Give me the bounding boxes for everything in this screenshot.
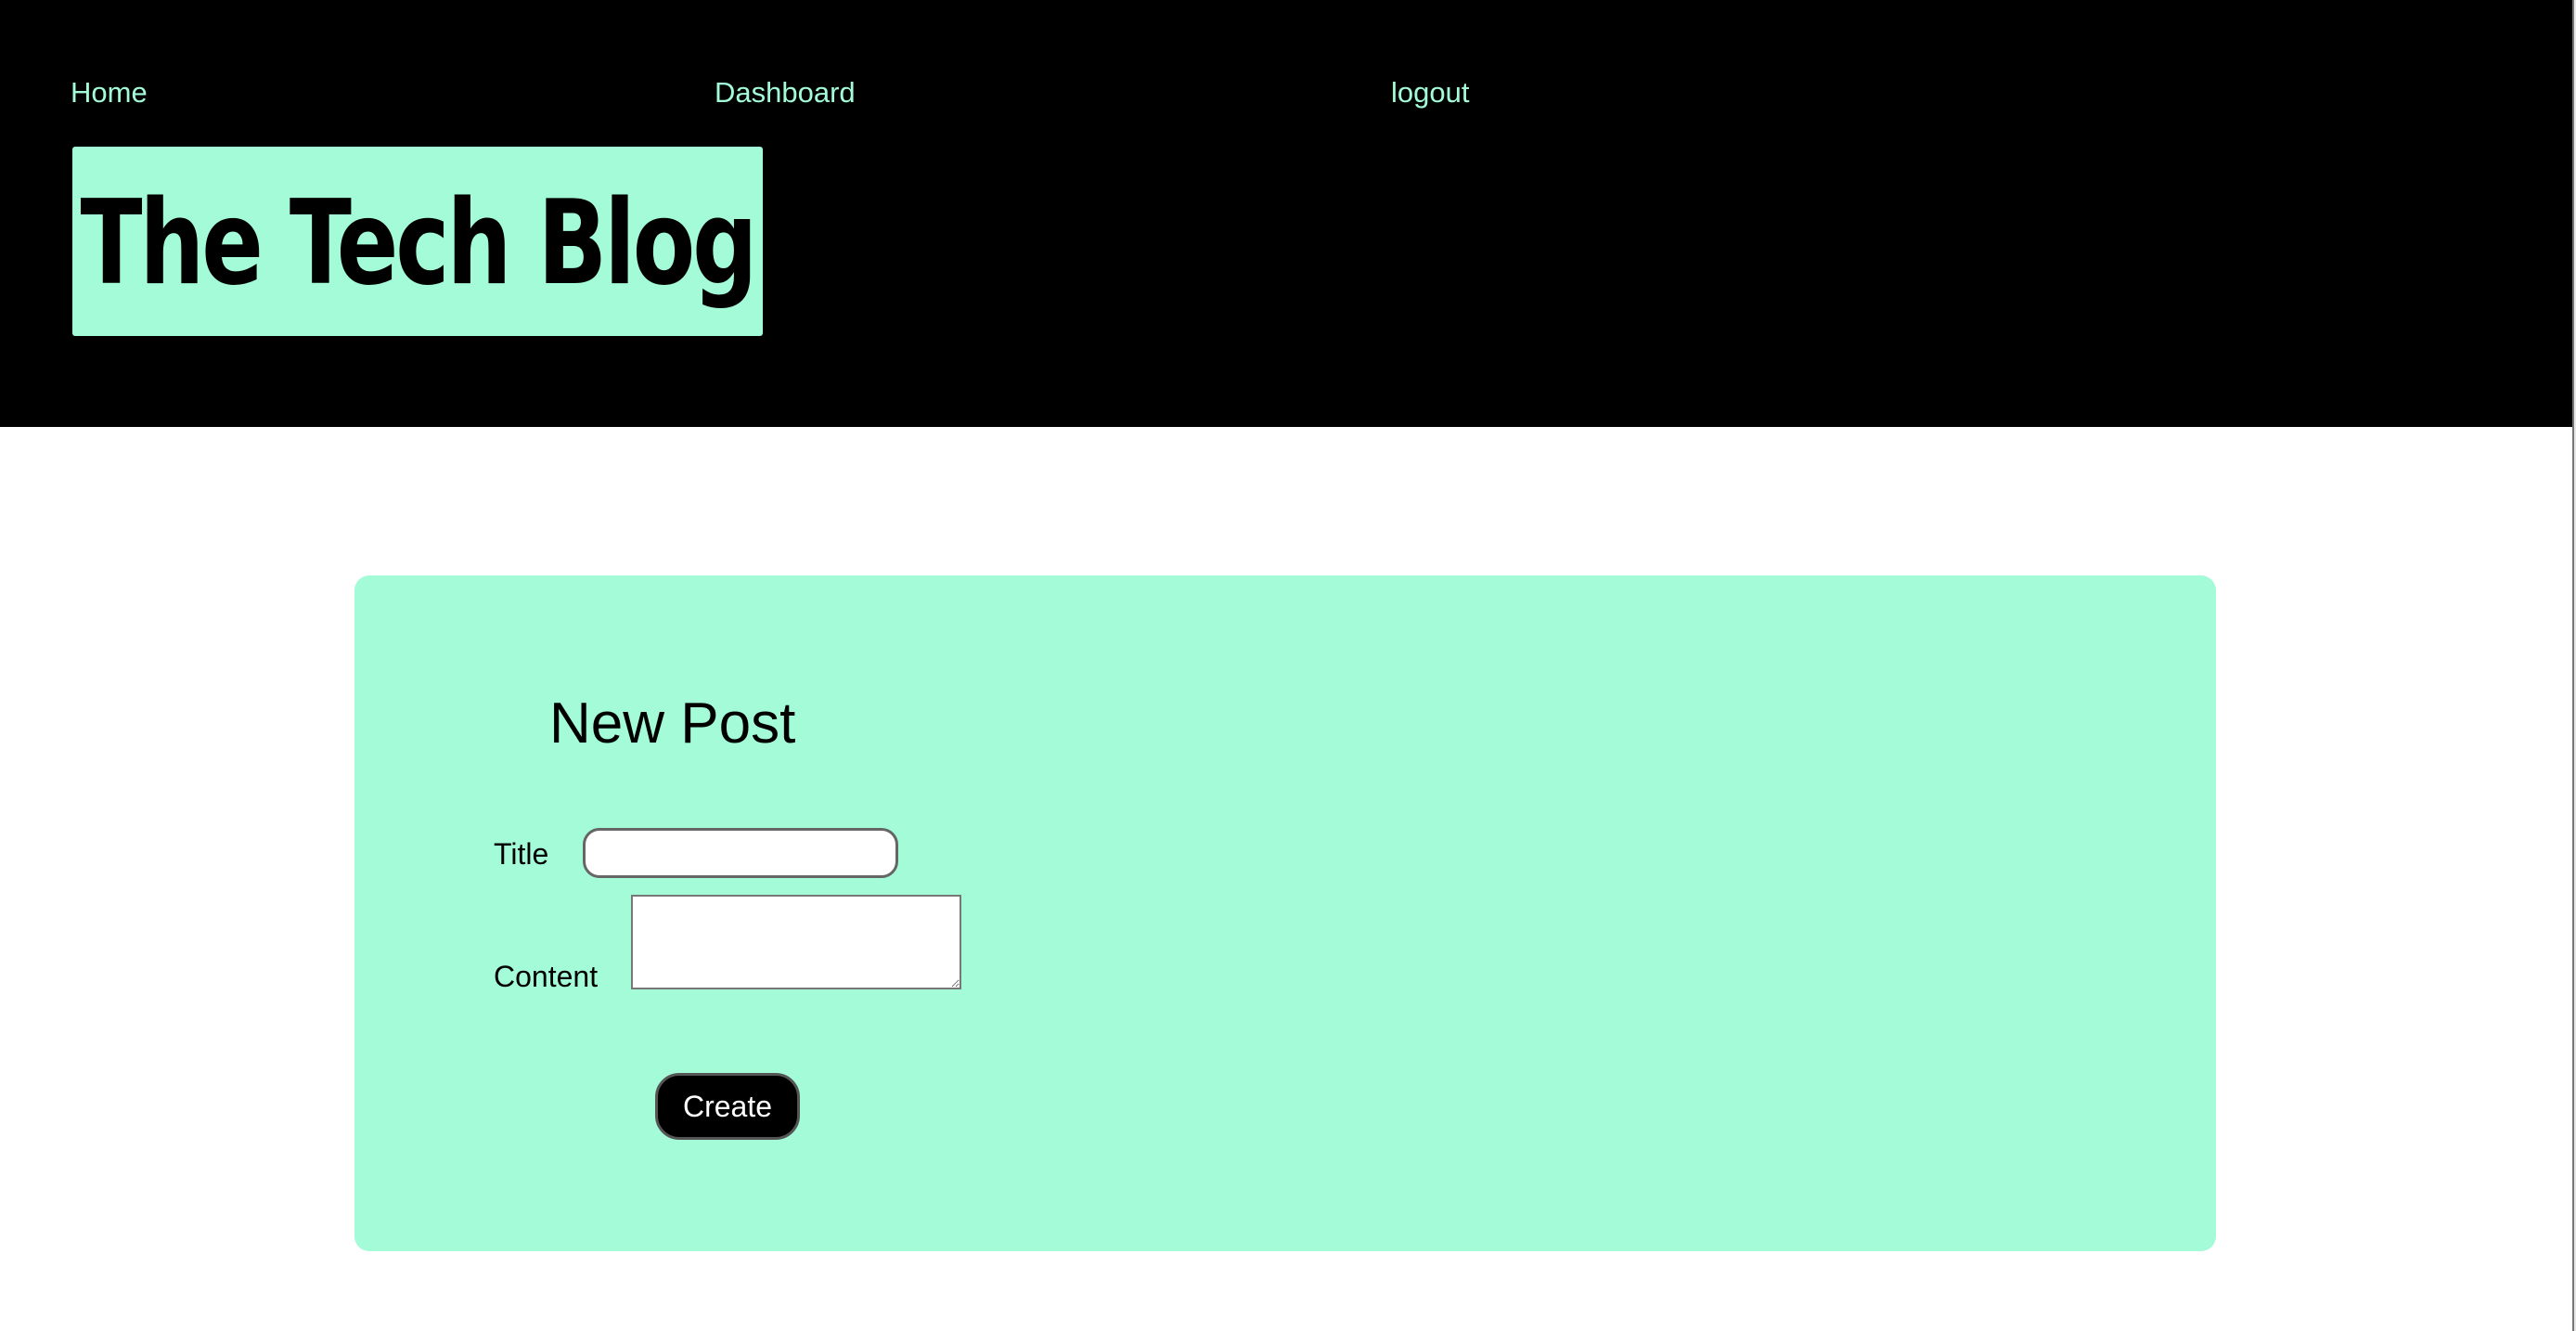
post-content-textarea[interactable]	[631, 895, 961, 989]
new-post-heading: New Post	[549, 691, 796, 756]
nav-home-link[interactable]: Home	[71, 72, 148, 113]
site-title: The Tech Blog	[80, 174, 758, 311]
site-logo: The Tech Blog	[72, 147, 763, 336]
new-post-card: New Post Title Content Create	[354, 575, 2216, 1251]
title-field-label: Title	[494, 837, 549, 871]
nav-logout-link[interactable]: logout	[1391, 72, 1469, 113]
content-field-label: Content	[494, 960, 599, 993]
site-header: Home Dashboard logout The Tech Blog	[0, 0, 2572, 427]
nav-dashboard-link[interactable]: Dashboard	[715, 72, 856, 113]
window-scrollbar-edge[interactable]	[2572, 0, 2576, 1331]
create-post-button[interactable]: Create	[655, 1073, 800, 1140]
post-title-input[interactable]	[583, 828, 898, 878]
